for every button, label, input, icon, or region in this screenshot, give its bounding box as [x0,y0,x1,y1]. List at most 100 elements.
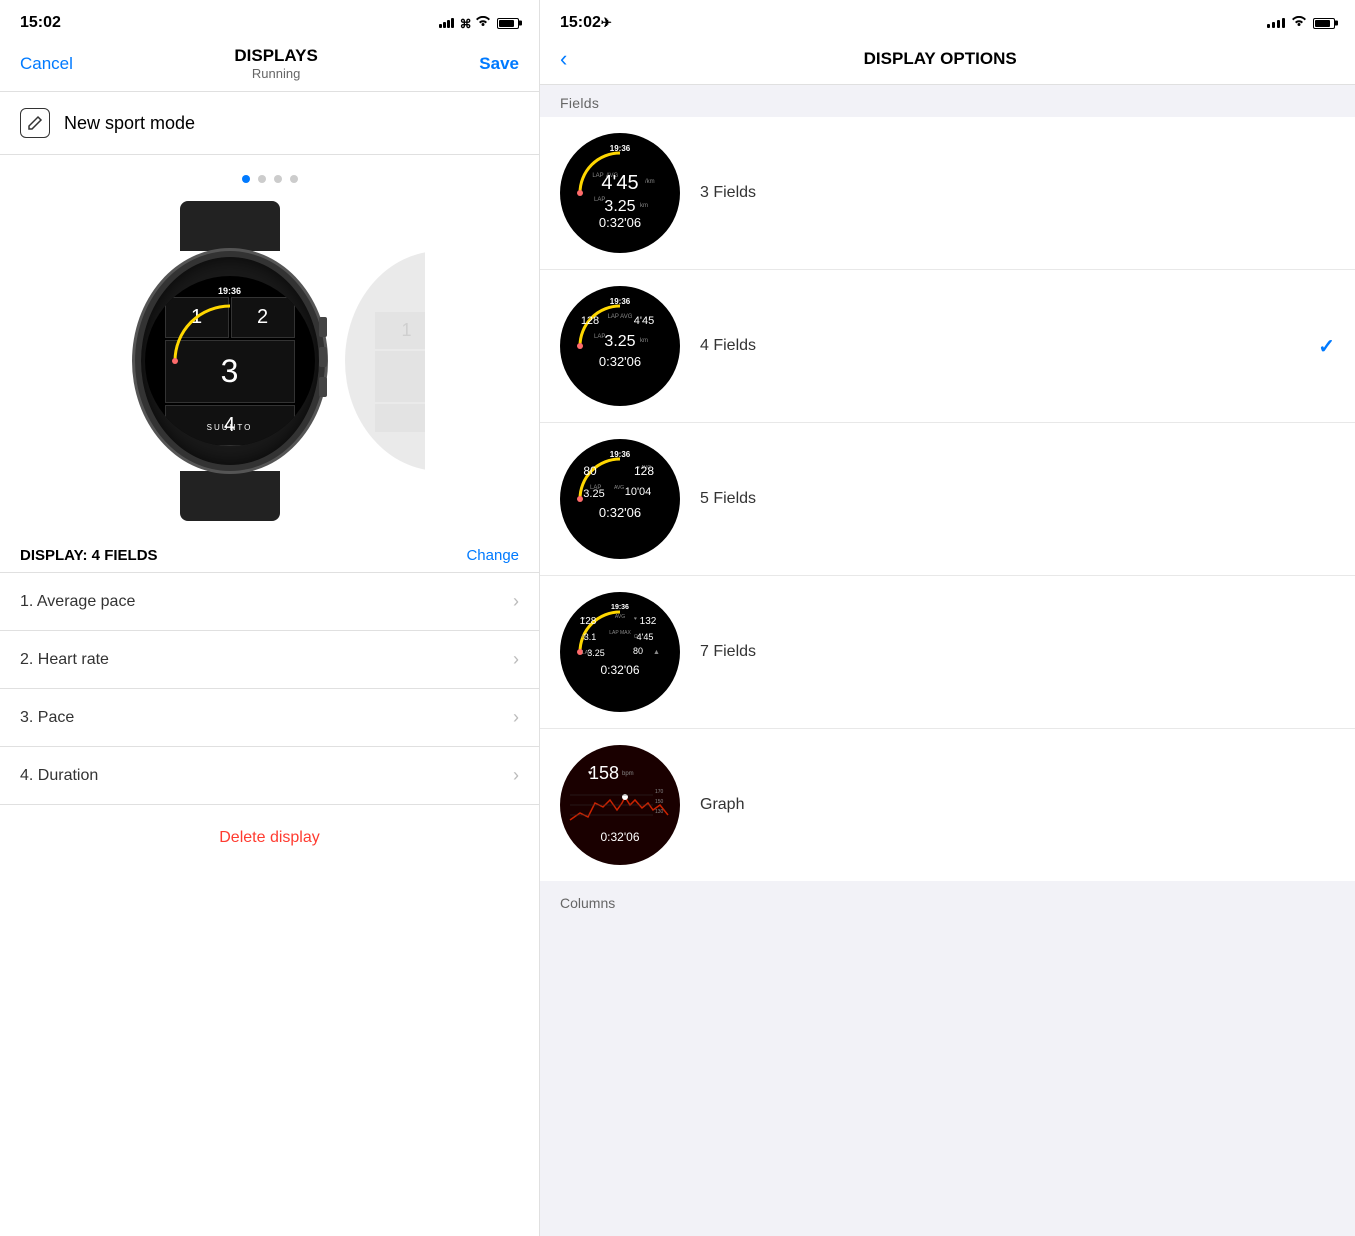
strap-bottom [180,471,280,521]
option-7-fields-label: 7 Fields [700,643,1335,661]
left-status-bar: 15:02 ⌘ [0,0,539,38]
delete-section: Delete display [0,805,539,871]
field-item-2[interactable]: 2. Heart rate › [0,631,539,689]
svg-text:km: km [640,203,648,209]
svg-text:170: 170 [655,789,664,795]
option-4-fields-label: 4 Fields [700,337,1298,355]
right-signal-icon [1267,18,1285,28]
field-item-3[interactable]: 3. Pace › [0,689,539,747]
svg-text:3.25: 3.25 [604,198,635,215]
preview-graph: ♥ 158 bpm 170 150 130 0:32'06 [560,745,680,865]
right-location-icon: ✈ [601,15,612,31]
display-info: DISPLAY: 4 FIELDS Change [0,531,539,572]
displays-title: DISPLAYS [234,46,317,66]
svg-text:10'04: 10'04 [625,486,652,498]
signal-icon [439,18,454,28]
side-button-top [319,317,327,337]
watch-case: 19:36 1 2 3 4 SUUNTO [135,251,325,471]
left-nav-bar: Cancel DISPLAYS Running Save [0,38,539,92]
svg-text:19:36: 19:36 [610,450,631,459]
left-status-icons: ⌘ [439,16,519,31]
strap-top [180,201,280,251]
cancel-button[interactable]: Cancel [20,54,73,74]
svg-text:LAP AVG: LAP AVG [608,314,633,320]
ghost-watch: 19: 1 3 5 [345,251,425,471]
svg-text:4'45: 4'45 [634,315,654,327]
svg-text:80: 80 [633,646,643,656]
svg-text:LAP MAX: LAP MAX [609,630,631,636]
svg-text:AVG: AVG [615,614,625,620]
main-watch: 19:36 1 2 3 4 SUUNTO [115,201,345,521]
sport-mode-row[interactable]: New sport mode [0,92,539,155]
watch-display: 19:36 1 2 3 4 SUUNTO [0,201,539,521]
svg-text:4'45: 4'45 [637,632,654,642]
option-5-fields-label: 5 Fields [700,490,1335,508]
option-7-fields[interactable]: 19:36 ♥ 128 AVG ♥ 132 m 3.1 LAP MAX Ω 4'… [540,576,1355,729]
carousel-dots [242,175,298,183]
field-name-3: 3. Pace [20,709,74,727]
display-options-title: DISPLAY OPTIONS [579,49,1301,69]
left-time: 15:02 [20,14,61,32]
dot-1[interactable] [242,175,250,183]
field-item-1[interactable]: 1. Average pace › [0,573,539,631]
option-graph[interactable]: ♥ 158 bpm 170 150 130 0:32'06 Graph [540,729,1355,881]
option-5-fields[interactable]: 19:36 80 ♥ AVG 128 LAP 3.25 AVG 10'04 0:… [540,423,1355,576]
chevron-icon-4: › [513,765,519,786]
field-name-2: 2. Heart rate [20,651,109,669]
svg-text:0:32'06: 0:32'06 [601,663,640,677]
display-label: DISPLAY: 4 FIELDS [20,547,158,564]
dot-2[interactable] [258,175,266,183]
svg-text:bpm: bpm [622,771,634,777]
field-item-4[interactable]: 4. Duration › [0,747,539,805]
chevron-icon-3: › [513,707,519,728]
fields-section-header: Fields [540,85,1355,117]
right-nav: ‹ DISPLAY OPTIONS [540,38,1355,85]
field-name-1: 1. Average pace [20,593,135,611]
option-4-fields[interactable]: 19:36 128 LAP AVG 4'45 LAP 3.25 km 0:32'… [540,270,1355,423]
svg-text:4'45: 4'45 [601,172,638,194]
svg-text:0:32'06: 0:32'06 [599,215,641,230]
sport-mode-label: New sport mode [64,113,195,134]
side-button-bot [319,377,327,397]
running-subtitle: Running [234,66,317,81]
svg-text:▲: ▲ [653,649,660,656]
svg-text:0:32'06: 0:32'06 [599,505,641,520]
right-panel: 15:02 ✈ ‹ DISPLAY OPTIONS Fields [540,0,1355,1236]
wifi-icon: ⌘ [460,16,491,31]
svg-text:♥: ♥ [634,616,637,622]
svg-text:/km: /km [645,179,655,185]
watch-face: 19:36 1 2 3 4 SUUNTO [145,276,315,446]
battery-icon [497,18,519,29]
edit-icon [20,108,50,138]
option-3-fields-label: 3 Fields [700,184,1335,202]
preview-4-fields: 19:36 128 LAP AVG 4'45 LAP 3.25 km 0:32'… [560,286,680,406]
left-nav-title: DISPLAYS Running [234,46,317,81]
svg-text:80: 80 [583,464,597,478]
svg-text:19:36: 19:36 [610,297,631,306]
chevron-icon-2: › [513,649,519,670]
option-3-fields[interactable]: 19:36 LAP AVG 4'45 /km LAP 3.25 km 0:32'… [540,117,1355,270]
save-button[interactable]: Save [479,54,519,74]
svg-text:0:32'06: 0:32'06 [599,354,641,369]
svg-text:19:36: 19:36 [611,604,629,611]
change-button[interactable]: Change [466,547,519,564]
svg-text:19:36: 19:36 [610,144,631,153]
svg-text:128: 128 [581,315,599,327]
preview-5-fields: 19:36 80 ♥ AVG 128 LAP 3.25 AVG 10'04 0:… [560,439,680,559]
svg-text:3.25: 3.25 [587,648,605,658]
right-wifi-icon [1291,15,1307,32]
svg-text:150: 150 [655,799,664,805]
chevron-icon-1: › [513,591,519,612]
back-button[interactable]: ‹ [560,46,567,72]
dot-4[interactable] [290,175,298,183]
dot-3[interactable] [274,175,282,183]
left-panel: 15:02 ⌘ Cancel DISPLAYS Running Save [0,0,540,1236]
delete-display-button[interactable]: Delete display [219,829,320,847]
svg-text:132: 132 [640,616,657,627]
option-graph-label: Graph [700,796,1335,814]
svg-text:km: km [640,338,648,344]
side-button-mid [319,347,327,367]
svg-text:3.1: 3.1 [584,632,597,642]
svg-text:3.25: 3.25 [604,333,635,350]
columns-section-header: Columns [540,885,1355,917]
